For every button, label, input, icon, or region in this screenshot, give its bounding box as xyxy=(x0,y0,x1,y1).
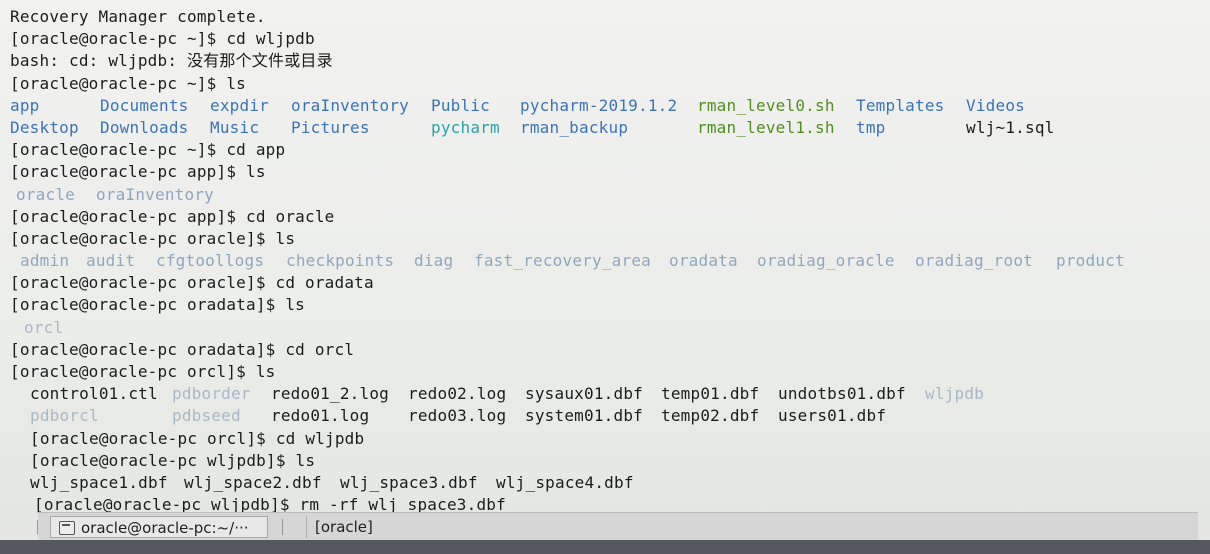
terminal-line: [oracle@oracle-pc orcl]$ ls xyxy=(10,361,1200,383)
directory-entry: Videos xyxy=(966,95,1025,115)
file-entry: redo01.log xyxy=(271,406,370,426)
directory-entry: Public xyxy=(431,95,490,115)
file-entry: redo02.log xyxy=(408,384,507,404)
directory-entry: Templates xyxy=(856,95,945,115)
file-entry: rman_level0.sh xyxy=(697,95,835,115)
terminal-line: admin audit cfgtoollogs checkpoints diag fast… xyxy=(10,250,1200,272)
taskbar-folder-label: [oracle] xyxy=(315,518,373,536)
terminal-text: [oracle@oracle-pc oracle]$ ls xyxy=(10,228,296,248)
directory-entry: fast_recovery_area xyxy=(474,251,651,271)
file-entry: pdborder xyxy=(172,384,251,404)
file-entry: temp02.dbf xyxy=(661,406,760,426)
terminal-line: [oracle@oracle-pc orcl]$ cd wljpdb xyxy=(10,428,1200,450)
directory-entry: expdir xyxy=(210,95,269,115)
terminal-line: Recovery Manager complete. xyxy=(10,6,1200,28)
terminal-text: [oracle@oracle-pc orcl]$ cd wljpdb xyxy=(30,428,365,448)
directory-entry: Desktop xyxy=(10,117,79,137)
terminal-line: [oracle@oracle-pc ~]$ cd app xyxy=(10,139,1200,161)
directory-entry: checkpoints xyxy=(286,251,395,271)
terminal-text: bash: cd: wljpdb: 没有那个文件或目录 xyxy=(10,51,333,71)
file-entry: pdbseed xyxy=(172,406,241,426)
directory-entry: pycharm-2019.1.2 xyxy=(520,95,678,115)
file-entry: redo01_2.log xyxy=(271,384,389,404)
terminal-output[interactable]: Recovery Manager complete. [oracle@oracle… xyxy=(10,6,1200,536)
terminal-line: [oracle@oracle-pc app]$ cd oracle xyxy=(10,206,1200,228)
taskbar-terminal-label: oracle@oracle-pc:~/··· xyxy=(81,519,249,537)
terminal-line: pdborcl pdbseed redo01.log redo03.log system… xyxy=(10,405,1200,427)
file-entry: users01.dbf xyxy=(778,406,887,426)
terminal-line: [oracle@oracle-pc ~]$ ls xyxy=(10,73,1200,95)
terminal-icon xyxy=(59,521,75,535)
screen-bezel xyxy=(0,540,1210,554)
screen: Recovery Manager complete. [oracle@oracle… xyxy=(0,0,1210,554)
directory-entry: tmp xyxy=(856,117,886,137)
directory-entry: audit xyxy=(86,251,136,271)
terminal-text: [oracle@oracle-pc app]$ ls xyxy=(10,162,266,182)
file-entry: wlj_space2.dbf xyxy=(184,472,322,492)
file-entry: system01.dbf xyxy=(525,406,643,426)
file-entry: rman_level1.sh xyxy=(697,117,835,137)
directory-entry: Downloads xyxy=(100,117,189,137)
terminal-line: wlj_space1.dbf wlj_space2.dbf wlj_space3.d… xyxy=(10,472,1200,494)
file-entry: orcl xyxy=(24,317,64,337)
terminal-line: [oracle@oracle-pc oracle]$ ls xyxy=(10,228,1200,250)
directory-entry: rman_backup xyxy=(520,117,629,137)
file-entry: wlj_space3.dbf xyxy=(340,472,478,492)
taskbar: oracle@oracle-pc:~/··· [oracle] xyxy=(38,512,1198,542)
terminal-line: control01.ctl pdborder redo01_2.log redo02.… xyxy=(10,383,1200,405)
terminal-line: [oracle@oracle-pc oradata]$ cd orcl xyxy=(10,339,1200,361)
terminal-text: [oracle@oracle-pc oradata]$ ls xyxy=(10,295,305,315)
terminal-line: orcl xyxy=(10,317,1200,339)
terminal-line: app Documents expdir oraInventory Public pych… xyxy=(10,95,1200,117)
terminal-text: [oracle@oracle-pc oracle]$ cd oradata xyxy=(10,273,374,293)
directory-entry: oraInventory xyxy=(291,95,409,115)
file-entry: wlj_space1.dbf xyxy=(30,472,168,492)
taskbar-terminal-window[interactable]: oracle@oracle-pc:~/··· xyxy=(50,516,268,538)
file-entry: sysaux01.dbf xyxy=(525,384,643,404)
terminal-text: [oracle@oracle-pc ~]$ cd app xyxy=(10,140,286,160)
file-entry: pycharm xyxy=(431,117,500,137)
directory-entry: oradata xyxy=(669,251,738,271)
file-entry: wlj_space4.dbf xyxy=(496,472,634,492)
terminal-line: Desktop Downloads Music Pictures pycharm rman… xyxy=(10,117,1200,139)
terminal-text: [oracle@oracle-pc oradata]$ cd orcl xyxy=(10,339,355,359)
file-entry: wljpdb xyxy=(925,384,984,404)
directory-entry: oraInventory xyxy=(96,184,214,204)
directory-entry: Pictures xyxy=(291,117,370,137)
directory-entry: cfgtoollogs xyxy=(156,251,265,271)
file-entry: temp01.dbf xyxy=(661,384,760,404)
file-entry: undotbs01.dbf xyxy=(778,384,906,404)
directory-entry: oradiag_oracle xyxy=(757,251,895,271)
terminal-line: [oracle@oracle-pc oradata]$ ls xyxy=(10,294,1200,316)
file-entry: pdborcl xyxy=(30,406,99,426)
terminal-line: [oracle@oracle-pc wljpdb]$ ls xyxy=(10,450,1200,472)
terminal-text: [oracle@oracle-pc ~]$ cd wljpdb xyxy=(10,29,315,49)
directory-entry: admin xyxy=(20,251,70,271)
directory-entry: Documents xyxy=(100,95,189,115)
terminal-text: [oracle@oracle-pc orcl]$ ls xyxy=(10,362,276,381)
file-entry: redo03.log xyxy=(408,406,507,426)
file-entry: control01.ctl xyxy=(30,384,158,404)
directory-entry: diag xyxy=(414,251,454,271)
directory-entry: oracle xyxy=(16,184,75,204)
terminal-line: [oracle@oracle-pc app]$ ls xyxy=(10,161,1200,183)
directory-entry: Music xyxy=(210,117,260,137)
taskbar-folder-window[interactable]: [oracle] xyxy=(306,516,456,538)
taskbar-separator xyxy=(282,519,283,535)
directory-entry: product xyxy=(1056,251,1125,271)
terminal-text: Recovery Manager complete. xyxy=(10,7,266,26)
terminal-line: [oracle@oracle-pc oracle]$ cd oradata xyxy=(10,272,1200,294)
terminal-text: [oracle@oracle-pc wljpdb]$ ls xyxy=(30,450,316,470)
terminal-line: oracle oraInventory xyxy=(10,184,1200,206)
directory-entry: app xyxy=(10,95,40,115)
terminal-line: bash: cd: wljpdb: 没有那个文件或目录 xyxy=(10,50,1200,72)
file-entry: wlj~1.sql xyxy=(966,117,1055,137)
terminal-text: [oracle@oracle-pc ~]$ ls xyxy=(10,73,246,93)
terminal-text: [oracle@oracle-pc app]$ cd oracle xyxy=(10,206,335,226)
terminal-line: [oracle@oracle-pc ~]$ cd wljpdb xyxy=(10,28,1200,50)
directory-entry: oradiag_root xyxy=(915,251,1033,271)
